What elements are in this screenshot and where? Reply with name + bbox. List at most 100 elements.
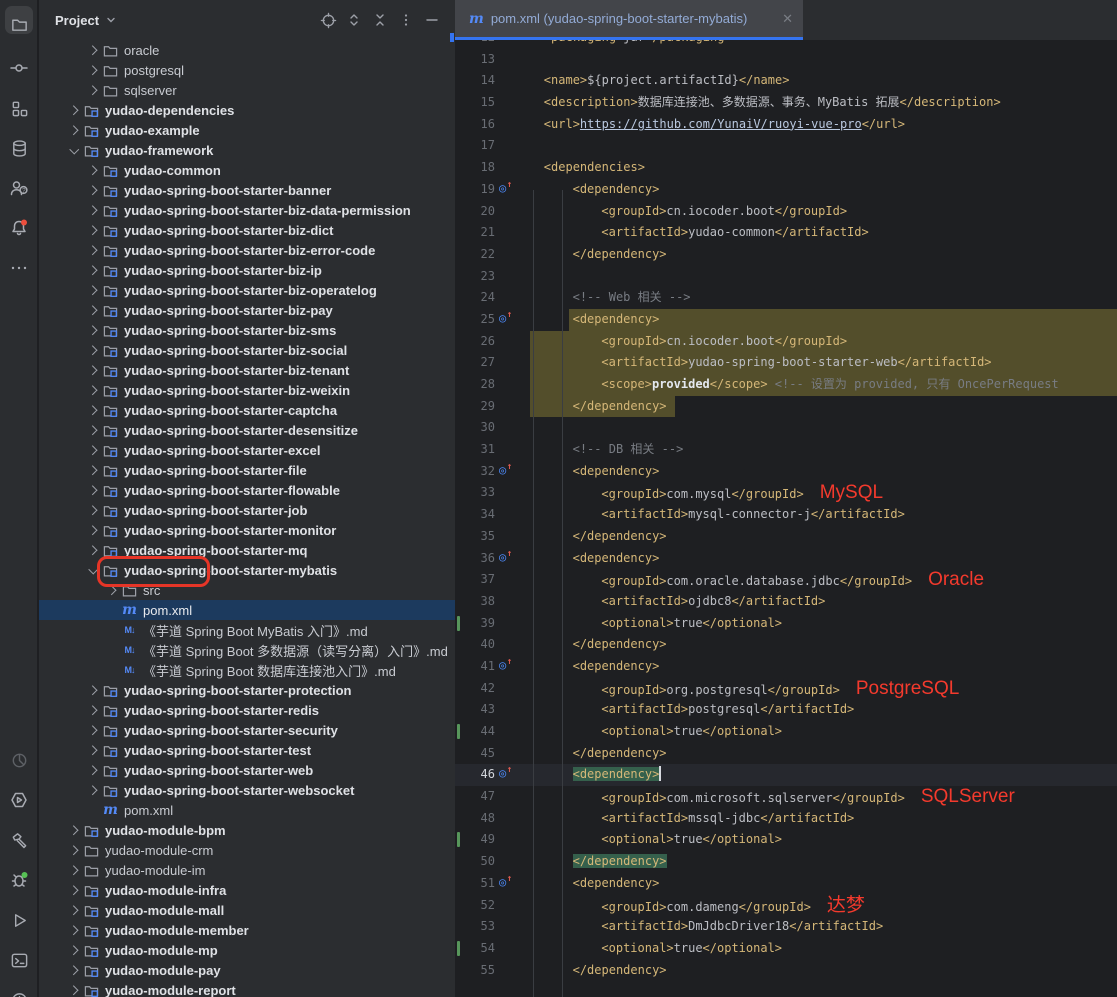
- locate-target-icon[interactable]: [317, 9, 339, 31]
- tree-chevron-icon[interactable]: [66, 107, 82, 114]
- code-line-22[interactable]: 22</dependency>: [455, 244, 1117, 266]
- dependency-upgrade-icon[interactable]: ◎↑: [499, 876, 506, 889]
- tree-item[interactable]: yudao-module-mall: [39, 900, 455, 920]
- tree-chevron-icon[interactable]: [66, 867, 82, 874]
- tree-chevron-icon[interactable]: [85, 427, 101, 434]
- tree-item[interactable]: yudao-spring-boot-starter-security: [39, 720, 455, 740]
- tree-chevron-icon[interactable]: [66, 927, 82, 934]
- code-line-38[interactable]: 38<artifactId>ojdbc8</artifactId>: [455, 591, 1117, 613]
- more-tool-windows-icon[interactable]: [0, 250, 38, 286]
- code-line-52[interactable]: 52<groupId>com.dameng</groupId>达梦: [455, 895, 1117, 917]
- code-line-30[interactable]: 30: [455, 417, 1117, 439]
- tree-chevron-icon[interactable]: [85, 527, 101, 534]
- tree-item[interactable]: yudao-module-mp: [39, 940, 455, 960]
- tree-item[interactable]: yudao-spring-boot-starter-web: [39, 760, 455, 780]
- code-line-37[interactable]: 37<groupId>com.oracle.database.jdbc</gro…: [455, 569, 1117, 591]
- tree-chevron-icon[interactable]: [66, 967, 82, 974]
- tree-item[interactable]: postgresql: [39, 60, 455, 80]
- tree-item[interactable]: yudao-module-pay: [39, 960, 455, 980]
- tree-chevron-icon[interactable]: [104, 587, 120, 594]
- tree-item[interactable]: yudao-common: [39, 160, 455, 180]
- tab-pom-xml[interactable]: m pom.xml (yudao-spring-boot-starter-myb…: [455, 0, 803, 40]
- tree-item[interactable]: yudao-example: [39, 120, 455, 140]
- tree-chevron-icon[interactable]: [85, 507, 101, 514]
- tree-chevron-icon[interactable]: [85, 187, 101, 194]
- tree-item[interactable]: mpom.xml: [39, 800, 455, 820]
- users-question-icon[interactable]: ?: [0, 170, 38, 206]
- collapse-all-icon[interactable]: [369, 9, 391, 31]
- tree-item[interactable]: yudao-spring-boot-starter-monitor: [39, 520, 455, 540]
- tree-chevron-icon[interactable]: [66, 148, 82, 153]
- tree-chevron-icon[interactable]: [85, 307, 101, 314]
- tree-chevron-icon[interactable]: [66, 887, 82, 894]
- tree-item[interactable]: yudao-spring-boot-starter-flowable: [39, 480, 455, 500]
- code-line-17[interactable]: 17: [455, 135, 1117, 157]
- tree-chevron-icon[interactable]: [66, 127, 82, 134]
- code-line-19[interactable]: 19◎↑<dependency>: [455, 179, 1117, 201]
- tree-chevron-icon[interactable]: [85, 87, 101, 94]
- tree-item[interactable]: yudao-spring-boot-starter-biz-social: [39, 340, 455, 360]
- debug-bug-icon[interactable]: [0, 862, 38, 898]
- code-line-14[interactable]: 14<name>${project.artifactId}</name>: [455, 70, 1117, 92]
- code-line-45[interactable]: 45</dependency>: [455, 743, 1117, 765]
- code-line-41[interactable]: 41◎↑<dependency>: [455, 656, 1117, 678]
- tree-item[interactable]: yudao-module-crm: [39, 840, 455, 860]
- tree-chevron-icon[interactable]: [85, 547, 101, 554]
- services-icon[interactable]: [0, 782, 38, 818]
- tree-chevron-icon[interactable]: [85, 707, 101, 714]
- tree-item-pom-xml-selected[interactable]: mpom.xml: [39, 600, 455, 620]
- code-line-13[interactable]: 13: [455, 49, 1117, 71]
- expand-all-icon[interactable]: [343, 9, 365, 31]
- tree-item[interactable]: oracle: [39, 40, 455, 60]
- tree-chevron-icon[interactable]: [85, 787, 101, 794]
- tree-item[interactable]: yudao-spring-boot-starter-redis: [39, 700, 455, 720]
- terminal-icon[interactable]: [0, 942, 38, 978]
- tree-item[interactable]: M↓《芋道 Spring Boot MyBatis 入门》.md: [39, 620, 455, 640]
- tree-chevron-icon[interactable]: [85, 267, 101, 274]
- tree-item[interactable]: yudao-spring-boot-starter-captcha: [39, 400, 455, 420]
- code-line-24[interactable]: 24<!-- Web 相关 -->: [455, 287, 1117, 309]
- code-line-44[interactable]: 44<optional>true</optional>: [455, 721, 1117, 743]
- problems-icon[interactable]: [0, 982, 38, 997]
- kebab-menu-icon[interactable]: [395, 9, 417, 31]
- dependency-upgrade-icon[interactable]: ◎↑: [499, 312, 506, 325]
- code-line-25[interactable]: 25◎↑<dependency>: [455, 309, 1117, 331]
- code-line-26[interactable]: 26<groupId>cn.iocoder.boot</groupId>: [455, 331, 1117, 353]
- code-line-15[interactable]: 15<description>数据库连接池、多数据源、事务、MyBatis 拓展…: [455, 92, 1117, 114]
- tree-chevron-icon[interactable]: [85, 287, 101, 294]
- code-line-34[interactable]: 34<artifactId>mysql-connector-j</artifac…: [455, 504, 1117, 526]
- tree-chevron-icon[interactable]: [66, 827, 82, 834]
- code-line-53[interactable]: 53<artifactId>DmJdbcDriver18</artifactId…: [455, 916, 1117, 938]
- code-line-55[interactable]: 55</dependency>: [455, 960, 1117, 982]
- code-line-28[interactable]: 28<scope>provided</scope> <!-- 设置为 provi…: [455, 374, 1117, 396]
- database-icon[interactable]: [0, 130, 38, 166]
- code-line-50[interactable]: 50</dependency>: [455, 851, 1117, 873]
- dependency-upgrade-icon[interactable]: ◎↑: [499, 182, 506, 195]
- tree-item[interactable]: yudao-module-im: [39, 860, 455, 880]
- code-line-20[interactable]: 20<groupId>cn.iocoder.boot</groupId>: [455, 201, 1117, 223]
- tree-chevron-icon[interactable]: [85, 487, 101, 494]
- code-line-43[interactable]: 43<artifactId>postgresql</artifactId>: [455, 699, 1117, 721]
- code-line-49[interactable]: 49<optional>true</optional>: [455, 829, 1117, 851]
- code-line-16[interactable]: 16<url>https://github.com/YunaiV/ruoyi-v…: [455, 114, 1117, 136]
- code-line-46[interactable]: 46◎↑<dependency>: [455, 764, 1117, 786]
- tree-item[interactable]: yudao-spring-boot-starter-biz-error-code: [39, 240, 455, 260]
- tree-item[interactable]: yudao-spring-boot-starter-file: [39, 460, 455, 480]
- tree-chevron-icon[interactable]: [85, 227, 101, 234]
- code-line-48[interactable]: 48<artifactId>mssql-jdbc</artifactId>: [455, 808, 1117, 830]
- tree-chevron-icon[interactable]: [85, 387, 101, 394]
- tree-chevron-icon[interactable]: [85, 447, 101, 454]
- tree-chevron-icon[interactable]: [66, 847, 82, 854]
- tree-item[interactable]: yudao-spring-boot-starter-biz-ip: [39, 260, 455, 280]
- run-icon[interactable]: [0, 902, 38, 938]
- tree-chevron-icon[interactable]: [66, 947, 82, 954]
- chevron-down-icon[interactable]: [104, 13, 118, 27]
- code-line-27[interactable]: 27<artifactId>yudao-spring-boot-starter-…: [455, 352, 1117, 374]
- code-line-40[interactable]: 40</dependency>: [455, 634, 1117, 656]
- tree-chevron-icon[interactable]: [66, 987, 82, 994]
- tree-item[interactable]: yudao-spring-boot-starter-banner: [39, 180, 455, 200]
- tree-chevron-icon[interactable]: [85, 367, 101, 374]
- code-line-54[interactable]: 54<optional>true</optional>: [455, 938, 1117, 960]
- tree-chevron-icon[interactable]: [85, 347, 101, 354]
- tree-item[interactable]: M↓《芋道 Spring Boot 多数据源（读写分离）入门》.md: [39, 640, 455, 660]
